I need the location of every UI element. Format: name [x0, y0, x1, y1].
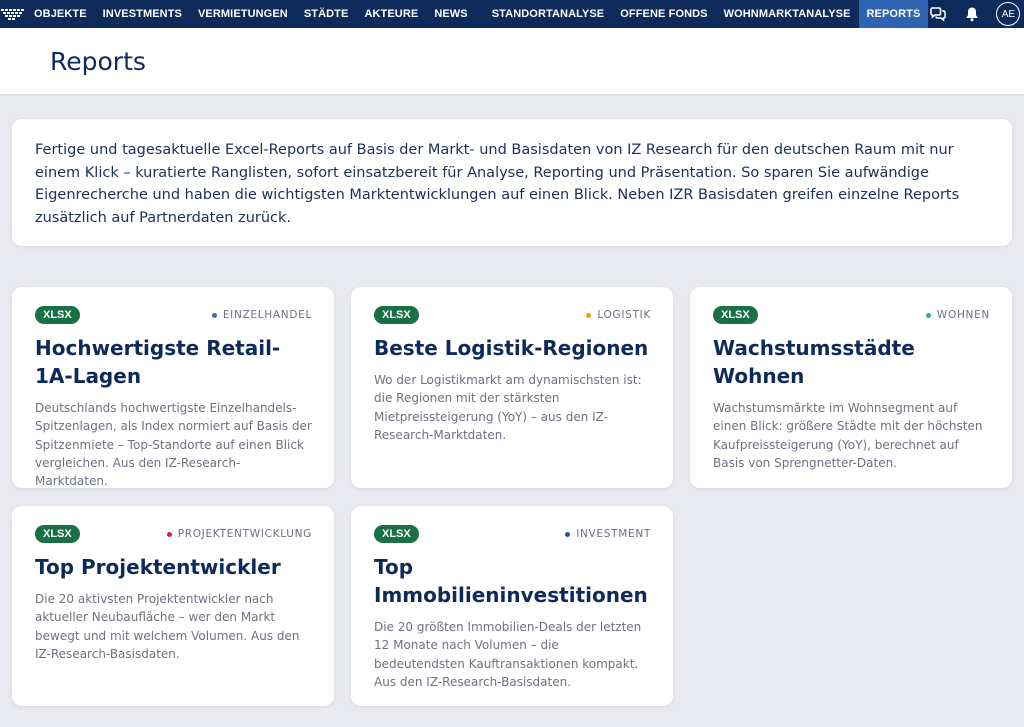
top-navigation: OBJEKTE INVESTMENTS VERMIETUNGEN STÄDTE …	[0, 0, 1024, 28]
izr-logo-icon[interactable]	[0, 0, 26, 28]
card-description: Wachstumsmärkte im Wohnsegment auf einen…	[713, 401, 983, 470]
nav-wohnmarktanalyse[interactable]: WOHNMARKTANALYSE	[716, 0, 859, 28]
report-card-wohnen[interactable]: XLSX WOHNEN Wachstumsstädte Wohnen Wachs…	[690, 287, 1012, 488]
report-card-logistik[interactable]: XLSX LOGISTIK Beste Logistik-Regionen Wo…	[351, 287, 673, 488]
nav-news[interactable]: NEWS	[426, 0, 475, 28]
category-dot-icon	[925, 312, 931, 318]
card-title: Wachstumsstädte Wohnen	[713, 336, 915, 388]
card-description: Die 20 größten Immobilien-Deals der letz…	[374, 620, 642, 689]
card-title: Hochwertigste Retail-1A-Lagen	[35, 336, 281, 388]
chat-icon[interactable]	[928, 4, 948, 24]
category-dot-icon	[211, 312, 217, 318]
avatar[interactable]: AE	[996, 2, 1021, 26]
category-tag: LOGISTIK	[586, 309, 651, 321]
report-card-projektentwickler[interactable]: XLSX PROJEKTENTWICKLUNG Top Projektentwi…	[12, 506, 334, 706]
category-label: PROJEKTENTWICKLUNG	[177, 528, 312, 540]
card-title: Beste Logistik-Regionen	[374, 336, 649, 360]
card-description: Deutschlands hochwertigste Einzelhandels…	[35, 401, 312, 489]
category-tag: WOHNEN	[925, 309, 990, 321]
report-card-investment[interactable]: XLSX INVESTMENT Top Immobilieninvestitio…	[351, 506, 673, 706]
category-tag: EINZELHANDEL	[211, 309, 312, 321]
nav-actions: AE	[928, 0, 1024, 28]
page-title: Reports	[50, 47, 146, 76]
nav-akteure[interactable]: AKTEURE	[356, 0, 426, 28]
category-label: EINZELHANDEL	[222, 309, 312, 321]
nav-offene-fonds[interactable]: OFFENE FONDS	[612, 0, 715, 28]
category-label: INVESTMENT	[576, 528, 651, 540]
report-card-retail[interactable]: XLSX EINZELHANDEL Hochwertigste Retail-1…	[12, 287, 334, 488]
nav-reports[interactable]: REPORTS	[858, 0, 929, 28]
nav-investments[interactable]: INVESTMENTS	[95, 0, 190, 28]
category-dot-icon	[166, 531, 172, 537]
card-title: Top Immobilieninvestitionen	[374, 555, 648, 607]
category-label: LOGISTIK	[597, 309, 651, 321]
intro-box: Fertige und tagesaktuelle Excel-Reports …	[12, 119, 1012, 246]
category-dot-icon	[565, 531, 571, 537]
category-dot-icon	[586, 312, 592, 318]
nav-vermietungen[interactable]: VERMIETUNGEN	[190, 0, 296, 28]
card-title: Top Projektentwickler	[35, 555, 281, 579]
format-badge: XLSX	[35, 525, 80, 543]
category-tag: INVESTMENT	[565, 528, 651, 540]
category-label: WOHNEN	[936, 309, 990, 321]
nav-staedte[interactable]: STÄDTE	[296, 0, 357, 28]
card-description: Wo der Logistikmarkt am dynamischsten is…	[374, 373, 642, 442]
intro-text: Fertige und tagesaktuelle Excel-Reports …	[35, 142, 960, 226]
nav-standortanalyse[interactable]: STANDORTANALYSE	[484, 0, 613, 28]
nav-objekte[interactable]: OBJEKTE	[26, 0, 95, 28]
format-badge: XLSX	[713, 306, 758, 324]
category-tag: PROJEKTENTWICKLUNG	[166, 528, 312, 540]
format-badge: XLSX	[35, 306, 80, 324]
page-header: Reports	[0, 28, 1024, 94]
bell-icon[interactable]	[962, 4, 982, 24]
format-badge: XLSX	[374, 306, 419, 324]
format-badge: XLSX	[374, 525, 419, 543]
card-description: Die 20 aktivsten Projektentwickler nach …	[35, 592, 300, 661]
